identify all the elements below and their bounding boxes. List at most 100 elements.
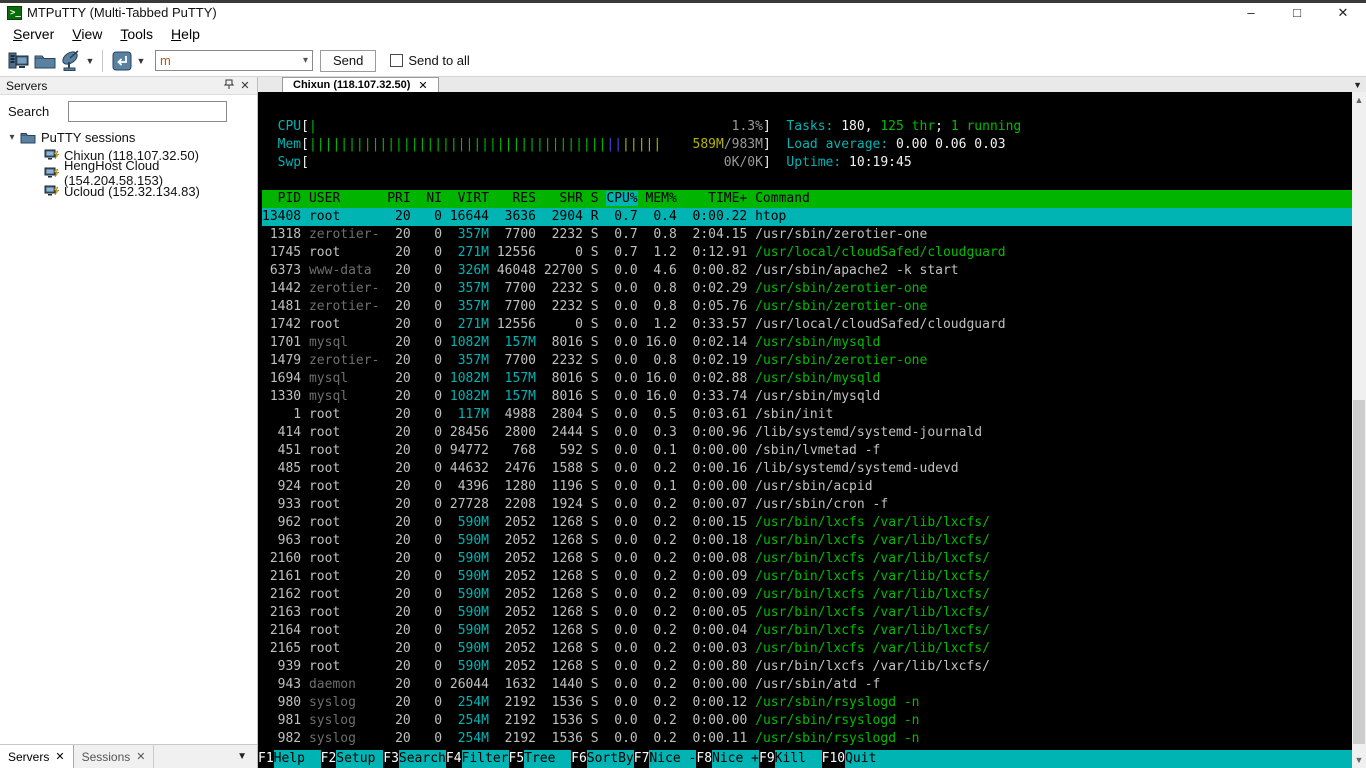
fkey-f6[interactable]: F6 (571, 750, 587, 768)
process-row-963[interactable]: 963 root 20 0 590M 2052 1268 S 0.0 0.2 0… (262, 532, 1352, 550)
connect-icon[interactable] (58, 49, 84, 73)
process-row-1742[interactable]: 1742 root 20 0 271M 12556 0 S 0.0 1.2 0:… (262, 316, 1352, 334)
combobox-chevron-icon[interactable]: ▾ (303, 55, 312, 66)
process-row-2162[interactable]: 2162 root 20 0 590M 2052 1268 S 0.0 0.2 … (262, 586, 1352, 604)
title-bar: >_ MTPuTTY (Multi-Tabbed PuTTY) – □ ✕ (0, 0, 1366, 22)
process-row-943[interactable]: 943 daemon 20 0 26044 1632 1440 S 0.0 0.… (262, 676, 1352, 694)
terminal-screen[interactable]: CPU[| 1.3%] Tasks: 180, 125 thr; 1 runni… (258, 92, 1352, 768)
process-row-13408[interactable]: 13408 root 20 0 16644 3636 2904 R 0.7 0.… (262, 208, 1352, 226)
process-row-1745[interactable]: 1745 root 20 0 271M 12556 0 S 0.7 1.2 0:… (262, 244, 1352, 262)
process-row-2160[interactable]: 2160 root 20 0 590M 2052 1268 S 0.0 0.2 … (262, 550, 1352, 568)
fkey-f2-label[interactable]: Setup (336, 750, 384, 768)
session-tab-close-icon[interactable]: ✕ (418, 79, 427, 92)
process-row-981[interactable]: 981 syslog 20 0 254M 2192 1536 S 0.0 0.2… (262, 712, 1352, 730)
fkey-f10[interactable]: F10 (821, 750, 846, 768)
session-icon (44, 185, 59, 198)
tree-node-putty-sessions[interactable]: ▾ PuTTY sessions (4, 128, 257, 146)
fkey-f5-label[interactable]: Tree (524, 750, 572, 768)
connect-dropdown-arrow[interactable]: ▼ (84, 56, 96, 66)
process-row-2163[interactable]: 2163 root 20 0 590M 2052 1268 S 0.0 0.2 … (262, 604, 1352, 622)
process-row-1701[interactable]: 1701 mysql 20 0 1082M 157M 8016 S 0.0 16… (262, 334, 1352, 352)
mem-meter: Mem[||||||||||||||||||||||||||||||||||||… (277, 137, 1006, 152)
menu-item-help[interactable]: Help (162, 24, 209, 44)
sessions-folder-icon (20, 131, 36, 144)
process-row-6373[interactable]: 6373 www-data 20 0 326M 46048 22700 S 0.… (262, 262, 1352, 280)
tab-list-dropdown-icon[interactable]: ▼ (1353, 80, 1362, 90)
session-item-henghost[interactable]: HengHost Cloud (154.204.58.153) (4, 158, 257, 188)
scrollbar-thumb[interactable] (1353, 400, 1365, 744)
tree-expand-icon[interactable]: ▾ (4, 132, 20, 143)
process-row-1479[interactable]: 1479 zerotier- 20 0 357M 7700 2232 S 0.0… (262, 352, 1352, 370)
terminal-scrollbar[interactable]: ▲ ▼ (1352, 92, 1366, 768)
fkey-f9-label[interactable]: Kill (774, 750, 822, 768)
process-row-485[interactable]: 485 root 20 0 44632 2476 1588 S 0.0 0.2 … (262, 460, 1352, 478)
fkey-f8-label[interactable]: Nice + (712, 750, 759, 768)
session-label: Ucloud (152.32.134.83) (64, 183, 200, 199)
folder-icon[interactable] (32, 49, 58, 73)
fkey-f1-label[interactable]: Help (273, 750, 321, 768)
send-script-dropdown-arrow[interactable]: ▼ (135, 56, 147, 66)
maximize-button[interactable]: □ (1274, 3, 1320, 22)
process-row-414[interactable]: 414 root 20 0 28456 2800 2444 S 0.0 0.3 … (262, 424, 1352, 442)
fkey-f8[interactable]: F8 (696, 750, 713, 768)
fkey-f7[interactable]: F7 (633, 750, 650, 768)
fkey-f5[interactable]: F5 (508, 750, 525, 768)
process-row-939[interactable]: 939 root 20 0 590M 2052 1268 S 0.0 0.2 0… (262, 658, 1352, 676)
scrollbar-down-icon[interactable]: ▼ (1352, 752, 1366, 768)
fkey-f10-label[interactable]: Quit (845, 750, 893, 768)
process-row-1442[interactable]: 1442 zerotier- 20 0 357M 7700 2232 S 0.0… (262, 280, 1352, 298)
fkey-f2[interactable]: F2 (320, 750, 337, 768)
menu-bar: Server View Tools Help (0, 22, 1366, 45)
fkey-f7-label[interactable]: Nice - (649, 750, 697, 768)
close-button[interactable]: ✕ (1320, 3, 1366, 22)
minimize-button[interactable]: – (1228, 3, 1274, 22)
panel-tab-close-icon[interactable]: ✕ (55, 750, 64, 763)
fkey-f4[interactable]: F4 (445, 750, 462, 768)
process-row-924[interactable]: 924 root 20 0 4396 1280 1196 S 0.0 0.1 0… (262, 478, 1352, 496)
process-row-982[interactable]: 982 syslog 20 0 254M 2192 1536 S 0.0 0.2… (262, 730, 1352, 748)
pin-icon[interactable] (221, 79, 237, 93)
panel-tab-close-icon[interactable]: ✕ (136, 750, 145, 763)
send-to-all-checkbox[interactable] (390, 54, 404, 67)
process-row-1330[interactable]: 1330 mysql 20 0 1082M 157M 8016 S 0.0 16… (262, 388, 1352, 406)
scrollbar-up-icon[interactable]: ▲ (1352, 92, 1366, 108)
process-row-2165[interactable]: 2165 root 20 0 590M 2052 1268 S 0.0 0.2 … (262, 640, 1352, 658)
fkey-f1[interactable]: F1 (258, 750, 274, 768)
menu-item-view[interactable]: View (63, 24, 111, 44)
process-row-2164[interactable]: 2164 root 20 0 590M 2052 1268 S 0.0 0.2 … (262, 622, 1352, 640)
menu-item-server[interactable]: Server (4, 24, 63, 44)
fkey-f3-label[interactable]: Search (398, 750, 446, 768)
search-input[interactable] (68, 101, 227, 122)
process-row-451[interactable]: 451 root 20 0 94772 768 592 S 0.0 0.1 0:… (262, 442, 1352, 460)
tree-root-label: PuTTY sessions (41, 129, 136, 145)
process-row-1[interactable]: 1 root 20 0 117M 4988 2804 S 0.0 0.5 0:0… (262, 406, 1352, 424)
send-script-icon[interactable] (109, 49, 135, 73)
menu-item-tools[interactable]: Tools (111, 24, 162, 44)
panel-tab-sessions[interactable]: Sessions ✕ (74, 745, 155, 768)
process-row-1694[interactable]: 1694 mysql 20 0 1082M 157M 8016 S 0.0 16… (262, 370, 1352, 388)
session-tab-label: Chixun (118.107.32.50) (293, 79, 411, 91)
session-tab-chixun[interactable]: Chixun (118.107.32.50) ✕ (282, 77, 439, 92)
command-combobox[interactable]: m ▾ (155, 50, 313, 71)
process-row-1481[interactable]: 1481 zerotier- 20 0 357M 7700 2232 S 0.0… (262, 298, 1352, 316)
fkey-f4-label[interactable]: Filter (461, 750, 509, 768)
session-icon (44, 149, 59, 162)
function-bar-filler (892, 750, 1352, 768)
process-row-1318[interactable]: 1318 zerotier- 20 0 357M 7700 2232 S 0.7… (262, 226, 1352, 244)
panel-close-icon[interactable]: ✕ (237, 79, 253, 92)
fkey-f9[interactable]: F9 (759, 750, 775, 768)
fkey-f6-label[interactable]: SortBy (586, 750, 634, 768)
send-to-all-option[interactable]: Send to all (390, 53, 470, 68)
servers-icon[interactable] (6, 49, 32, 73)
panel-tabs-dropdown-icon[interactable]: ▼ (237, 745, 257, 768)
send-button[interactable]: Send (320, 49, 377, 72)
process-table-header[interactable]: PID USER PRI NI VIRT RES SHR S CPU% MEM%… (262, 190, 1352, 208)
process-row-962[interactable]: 962 root 20 0 590M 2052 1268 S 0.0 0.2 0… (262, 514, 1352, 532)
process-row-980[interactable]: 980 syslog 20 0 254M 2192 1536 S 0.0 0.2… (262, 694, 1352, 712)
process-row-2161[interactable]: 2161 root 20 0 590M 2052 1268 S 0.0 0.2 … (262, 568, 1352, 586)
process-row-933[interactable]: 933 root 20 0 27728 2208 1924 S 0.0 0.2 … (262, 496, 1352, 514)
window-title: MTPuTTY (Multi-Tabbed PuTTY) (27, 5, 217, 20)
fkey-f3[interactable]: F3 (383, 750, 399, 768)
panel-tab-servers[interactable]: Servers ✕ (0, 745, 74, 768)
